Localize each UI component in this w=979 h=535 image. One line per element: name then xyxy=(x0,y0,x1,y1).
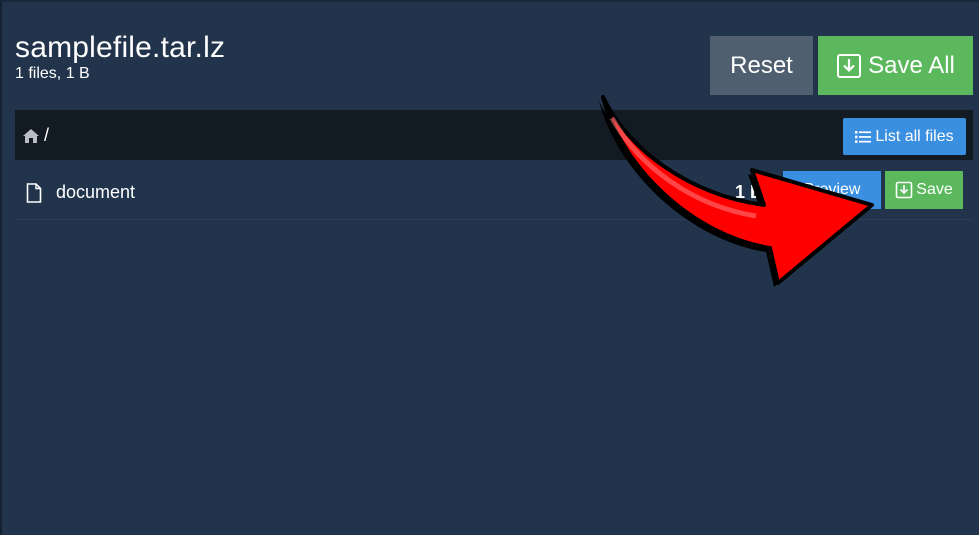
reset-button-label: Reset xyxy=(730,51,793,79)
list-all-files-button[interactable]: List all files xyxy=(843,118,966,155)
preview-button-label: Preview xyxy=(803,181,861,198)
path-breadcrumb-bar: / List all files xyxy=(15,110,973,160)
window-left-edge xyxy=(0,0,2,535)
file-size: 1 B xyxy=(735,182,764,202)
reset-button[interactable]: Reset xyxy=(710,36,813,95)
preview-button[interactable]: Preview xyxy=(783,171,881,209)
file-row[interactable]: document 1 B Preview Save xyxy=(15,163,973,220)
save-all-button-label: Save All xyxy=(868,51,955,79)
file-name[interactable]: document xyxy=(56,182,135,203)
list-icon xyxy=(855,130,872,143)
archive-header: samplefile.tar.lz 1 files, 1 B xyxy=(15,30,225,83)
list-all-files-label: List all files xyxy=(875,127,954,145)
save-all-button[interactable]: Save All xyxy=(818,36,973,95)
save-button-label: Save xyxy=(916,181,953,198)
file-icon xyxy=(26,183,42,203)
home-icon[interactable] xyxy=(22,128,40,144)
download-icon xyxy=(837,53,862,78)
window-top-edge xyxy=(0,0,979,2)
save-button[interactable]: Save xyxy=(885,171,963,209)
archive-title: samplefile.tar.lz xyxy=(15,31,226,64)
archive-summary: 1 files, 1 B xyxy=(15,65,90,82)
path-separator: / xyxy=(44,125,50,145)
download-icon xyxy=(895,181,913,199)
